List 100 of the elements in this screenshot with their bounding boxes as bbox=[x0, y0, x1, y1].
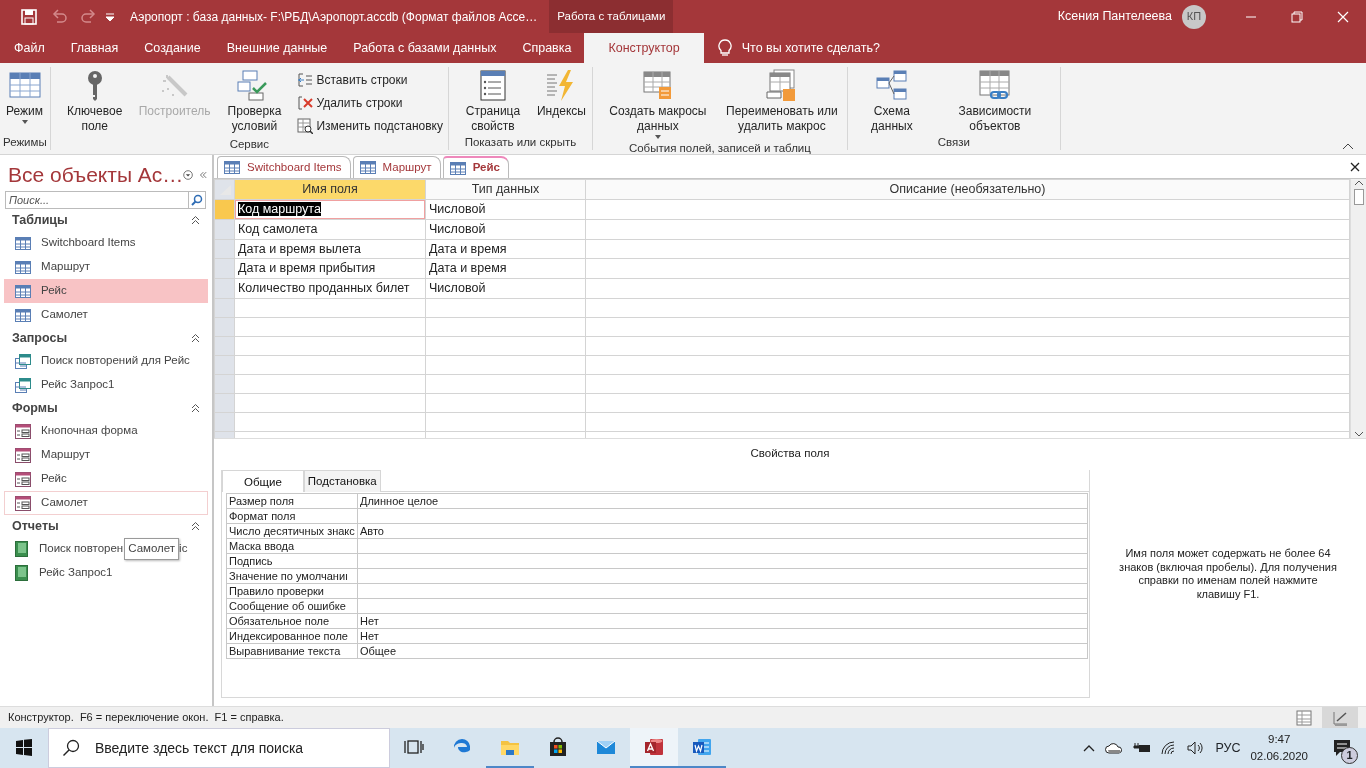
ribbon-tab[interactable]: Внешние данные bbox=[213, 33, 341, 63]
nav-group-header[interactable]: Отчеты bbox=[12, 516, 59, 536]
clock-date[interactable]: 02.06.2020 bbox=[1250, 748, 1308, 765]
ribbon-button[interactable]: Проверка условий bbox=[213, 67, 296, 135]
collapse-group-icon[interactable] bbox=[191, 215, 200, 225]
column-header[interactable]: Описание (необязательно) bbox=[585, 179, 1350, 200]
language-indicator[interactable]: РУС bbox=[1215, 738, 1241, 758]
nav-group-header[interactable]: Таблицы bbox=[12, 210, 68, 230]
taskbar-app[interactable] bbox=[630, 728, 678, 768]
ribbon-group-label: Показать или скрыть bbox=[463, 135, 578, 150]
collapse-group-icon[interactable] bbox=[191, 333, 200, 343]
nav-item[interactable]: Рейс Запрос1 bbox=[4, 373, 208, 397]
database-app-icon bbox=[644, 737, 664, 757]
show-hidden-icons-icon[interactable] bbox=[1083, 744, 1096, 752]
ribbon-tab[interactable]: Файл bbox=[1, 33, 58, 63]
nav-item[interactable]: Рейс Запрос1 bbox=[4, 561, 208, 585]
ribbon-tab[interactable]: Создание bbox=[131, 33, 214, 63]
data-type-cell[interactable]: Числовой bbox=[425, 278, 586, 299]
ribbon-button[interactable]: Переименовать или удалить макрос bbox=[719, 67, 844, 135]
nav-item[interactable]: Самолет bbox=[4, 491, 208, 515]
ribbon-button[interactable]: Режим bbox=[3, 67, 46, 126]
ribbon-tab[interactable]: Работа с базами данных bbox=[340, 33, 510, 63]
nav-item[interactable]: Рейс bbox=[4, 467, 208, 491]
property-tab[interactable]: Подстановка bbox=[303, 470, 381, 493]
data-type-cell[interactable]: Числовой bbox=[425, 199, 586, 220]
notification-center-button[interactable]: 1 bbox=[1324, 730, 1360, 766]
dropdown-circle-icon[interactable] bbox=[183, 168, 194, 182]
query-icon bbox=[15, 377, 31, 393]
user-name[interactable]: Ксения Пантелеева bbox=[1057, 7, 1172, 26]
ribbon-group-label: События полей, записей и таблиц bbox=[627, 141, 812, 155]
ribbon-button[interactable]: Ключевое поле bbox=[53, 67, 136, 135]
collapse-group-icon[interactable] bbox=[191, 403, 200, 413]
ribbon-button[interactable]: Создать макросы данных bbox=[595, 67, 720, 141]
ribbon-button[interactable]: Схема данных bbox=[850, 67, 933, 135]
ribbon-tab[interactable]: Главная bbox=[57, 33, 132, 63]
nav-item[interactable]: Рейс bbox=[4, 279, 208, 303]
form-icon bbox=[15, 495, 31, 511]
nav-item[interactable]: Маршрут bbox=[4, 255, 208, 279]
scroll-thumb[interactable] bbox=[1353, 189, 1364, 205]
restore-icon bbox=[1289, 8, 1305, 25]
battery-icon[interactable] bbox=[1133, 742, 1152, 754]
nav-item[interactable]: Самолет bbox=[4, 303, 208, 327]
ribbon-group-label: Связи bbox=[936, 135, 971, 150]
ribbon-button[interactable]: Зависимости объектов bbox=[932, 67, 1057, 135]
search-button[interactable] bbox=[188, 191, 206, 209]
ribbon-button[interactable]: Индексы bbox=[533, 67, 589, 120]
collapse-group-icon[interactable] bbox=[191, 521, 200, 531]
cloud-icon[interactable] bbox=[1105, 742, 1124, 754]
nav-item[interactable]: Маршрут bbox=[4, 443, 208, 467]
ribbon-tab[interactable]: Конструктор bbox=[584, 33, 704, 63]
property-value[interactable]: Авто bbox=[360, 524, 384, 537]
volume-icon[interactable] bbox=[1187, 741, 1206, 755]
collapse-ribbon-icon[interactable] bbox=[1342, 142, 1354, 150]
design-view-icon bbox=[1332, 709, 1348, 726]
property-value[interactable]: Общее bbox=[360, 644, 397, 657]
data-type-cell[interactable]: Числовой bbox=[425, 219, 586, 239]
tell-me-field[interactable]: Что вы хотите сделать? bbox=[741, 38, 880, 58]
collapse-pane-icon[interactable] bbox=[199, 170, 208, 180]
column-header[interactable]: Имя поля bbox=[234, 179, 426, 200]
property-value[interactable]: Нет bbox=[360, 614, 379, 627]
document-tab[interactable]: Рейс bbox=[442, 156, 509, 178]
property-value[interactable]: Длинное целое bbox=[360, 494, 439, 507]
nav-group-header[interactable]: Запросы bbox=[12, 328, 68, 348]
nav-item[interactable]: Поиск повторен bbox=[15, 537, 124, 561]
data-type-cell[interactable]: Дата и время bbox=[425, 239, 586, 259]
status-text: Конструктор. F6 = переключение окон. F1 = справка. bbox=[8, 710, 284, 726]
ribbon-button[interactable]: Вставить строки bbox=[295, 69, 445, 91]
property-name: Подпись bbox=[226, 553, 358, 569]
data-type-cell[interactable]: Дата и время bbox=[425, 258, 586, 279]
customize-caret-icon[interactable] bbox=[104, 11, 116, 22]
nav-search-field[interactable]: Поиск... bbox=[5, 191, 188, 209]
taskbar-search-field[interactable]: Введите здесь текст для поиска bbox=[48, 728, 390, 768]
nav-pane-title[interactable]: Все объекты Ac… bbox=[8, 159, 184, 191]
lookup-icon bbox=[297, 118, 314, 134]
ribbon-tab[interactable]: Справка bbox=[509, 33, 585, 63]
windows-logo-icon bbox=[15, 738, 33, 756]
delete-rows-icon bbox=[297, 95, 314, 111]
nav-item[interactable]: Поиск повторений для Рейс bbox=[4, 349, 208, 373]
clock-time[interactable]: 9:47 bbox=[1268, 731, 1291, 748]
notification-count: 1 bbox=[1341, 747, 1358, 764]
ribbon-button[interactable]: Удалить строки bbox=[295, 92, 445, 114]
property-name: Число десятичных знакс bbox=[226, 523, 358, 539]
column-header[interactable]: Тип данных bbox=[425, 179, 586, 200]
scroll-down-icon[interactable] bbox=[1353, 430, 1364, 438]
field-name-cell[interactable]: Код маршрута bbox=[238, 202, 321, 216]
property-name: Выравнивание текста bbox=[226, 643, 358, 659]
scroll-up-icon[interactable] bbox=[1353, 179, 1364, 187]
nav-item[interactable]: Switchboard Items bbox=[4, 231, 208, 255]
property-value[interactable]: Нет bbox=[360, 629, 379, 642]
view-button[interactable] bbox=[1322, 707, 1358, 728]
vertical-scrollbar[interactable] bbox=[1350, 179, 1366, 438]
ribbon-button[interactable]: Изменить подстановку bbox=[295, 115, 445, 137]
document-tab[interactable]: Switchboard Items bbox=[217, 156, 351, 178]
nav-item[interactable]: Кнопочная форма bbox=[4, 419, 208, 443]
document-tab[interactable]: Маршрут bbox=[352, 156, 441, 178]
property-tab[interactable]: Общие bbox=[222, 470, 304, 493]
ribbon-button[interactable]: Страница свойств bbox=[451, 67, 534, 135]
user-avatar[interactable]: КП bbox=[1182, 4, 1206, 29]
nav-group-header[interactable]: Формы bbox=[12, 398, 58, 418]
table-icon bbox=[15, 308, 31, 322]
